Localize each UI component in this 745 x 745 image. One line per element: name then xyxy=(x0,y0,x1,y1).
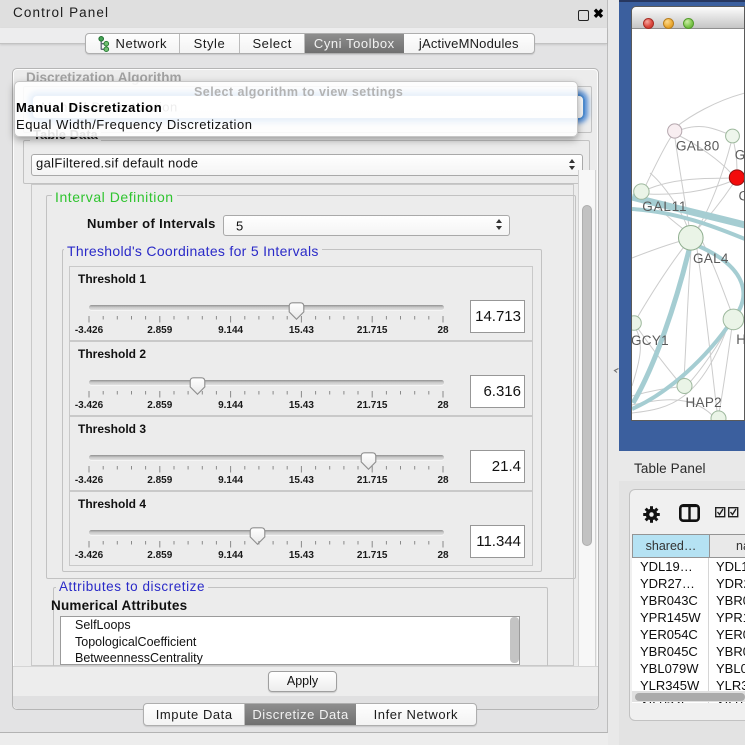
svg-text:HAP2: HAP2 xyxy=(686,395,722,410)
svg-text:GAL11: GAL11 xyxy=(642,199,687,214)
svg-text:GCY1: GCY1 xyxy=(632,333,669,348)
svg-text:CYC8: CYC8 xyxy=(739,189,745,204)
svg-text:GAL80: GAL80 xyxy=(676,139,720,154)
svg-text:GAL4: GAL4 xyxy=(693,251,729,266)
svg-text:GAL2: GAL2 xyxy=(735,148,745,163)
svg-text:HIS4: HIS4 xyxy=(736,332,745,347)
